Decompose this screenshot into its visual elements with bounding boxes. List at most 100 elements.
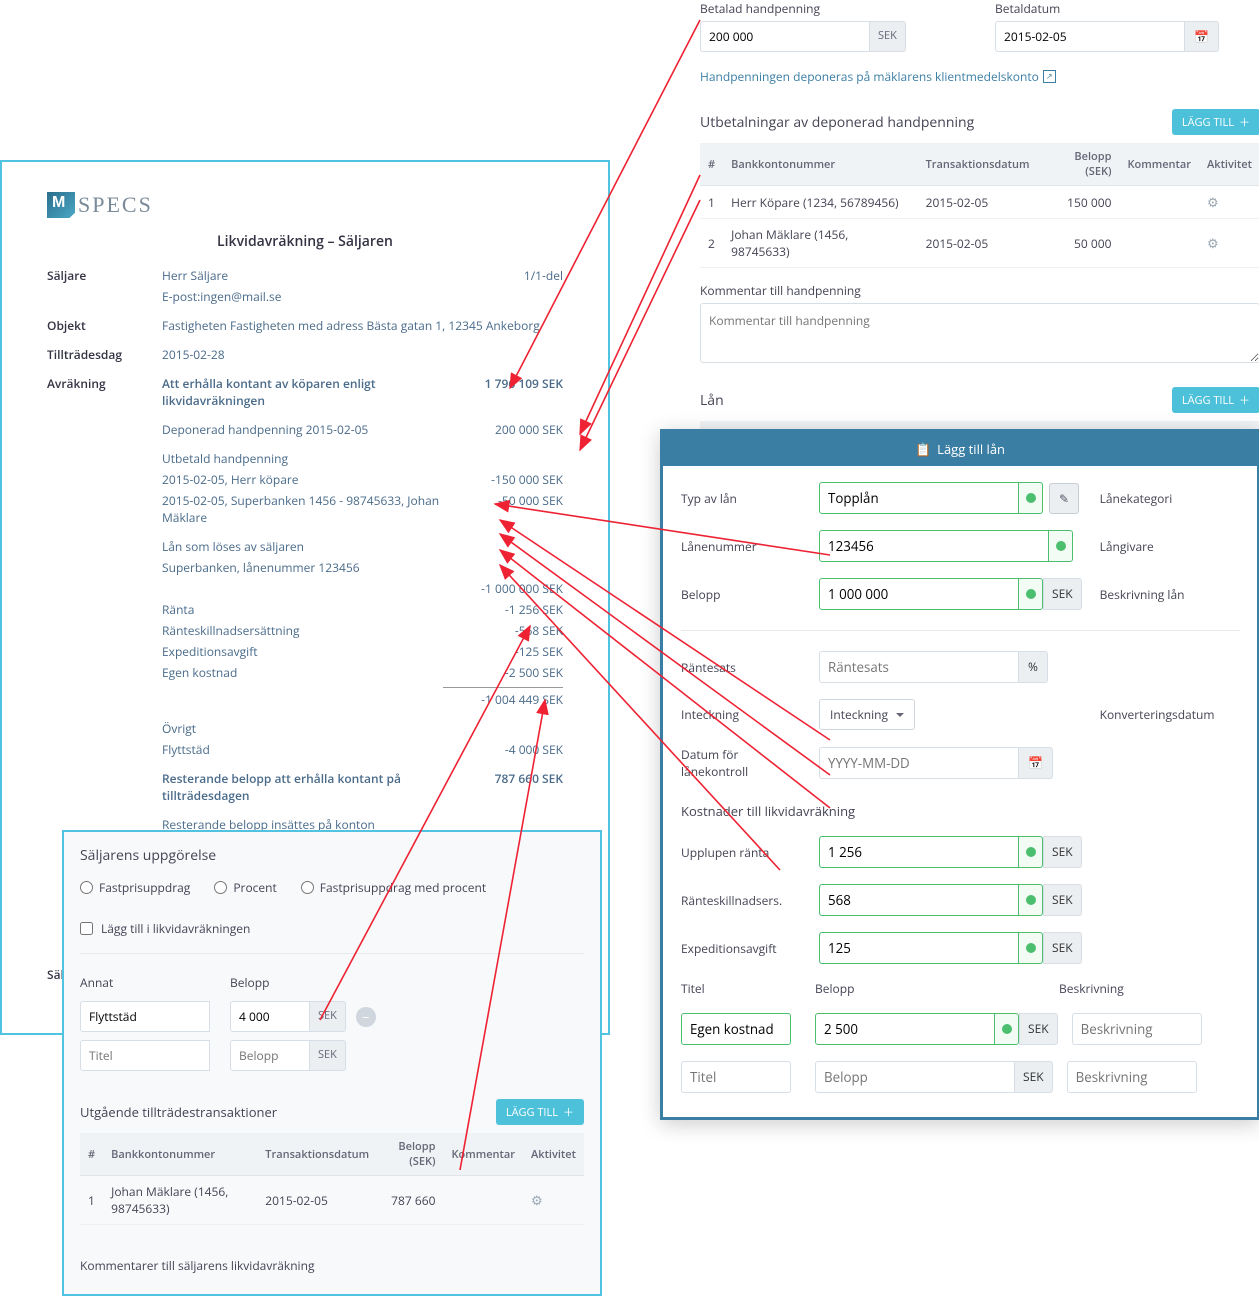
exp-label: Expeditionsavgift — [162, 643, 443, 660]
loan-amount-input[interactable] — [819, 578, 1019, 610]
date-value: 2015-02-28 — [162, 346, 563, 363]
comment-textarea[interactable] — [700, 303, 1259, 363]
cost-amount-col: Belopp — [815, 980, 1045, 997]
copy-icon: 📋 — [915, 440, 931, 458]
paid-label: Betalad handpenning — [700, 0, 965, 17]
own-amt: -2 500 SEK — [443, 664, 563, 681]
cost-desc-input-2[interactable] — [1067, 1061, 1197, 1093]
interest-amt: -1 256 SEK — [443, 601, 563, 618]
accrued-label: Upplupen ränta — [681, 844, 801, 861]
clean-amt: -4 000 SEK — [443, 741, 563, 758]
calendar-icon[interactable]: 📅 — [1019, 747, 1053, 779]
remain-amt: 787 660 SEK — [443, 770, 563, 804]
cost-amount-input-1[interactable] — [815, 1013, 995, 1045]
expfee-label: Expeditionsavgift — [681, 940, 801, 957]
check-icon — [1019, 932, 1043, 964]
calendar-icon[interactable]: 📅 — [1185, 21, 1219, 52]
edit-button[interactable]: ✎ — [1049, 483, 1079, 514]
interest-label: Ränta — [162, 601, 443, 618]
other-title-input-1[interactable] — [80, 1001, 210, 1032]
loan-type-input[interactable] — [819, 482, 1019, 514]
table-row: 1Herr Köpare (1234, 56789456)2015-02-051… — [700, 186, 1259, 219]
table-row: 1 Johan Mäklare (1456, 98745633) 2015-02… — [80, 1176, 584, 1225]
loan-type-label: Typ av lån — [681, 490, 801, 507]
mortgage-dropdown[interactable]: Inteckning — [819, 699, 915, 730]
diff-amt: -568 SEK — [443, 622, 563, 639]
payouts-table: #BankkontonummerTransaktionsdatum Belopp… — [700, 143, 1259, 268]
settlement-footer: Kommentarer till säljarens likvidavräkni… — [80, 1257, 584, 1274]
gear-icon[interactable]: ⚙ — [1207, 193, 1219, 211]
add-to-settlement-label: Lägg till i likvidavräkningen — [101, 920, 250, 937]
cost-title-input-2[interactable] — [681, 1061, 791, 1093]
paiddate-input[interactable] — [995, 21, 1185, 52]
deposit-amount: 200 000 SEK — [443, 421, 563, 438]
accrued-input[interactable] — [819, 836, 1019, 868]
gear-icon[interactable]: ⚙ — [531, 1191, 543, 1209]
loan-label: Lån som löses av säljaren — [162, 538, 563, 555]
belopp-label: Belopp — [230, 974, 376, 991]
add-loan-modal: 📋Lägg till lån Typ av lån ✎ Lånekategori… — [660, 429, 1259, 1120]
seller-name: Herr Säljare — [162, 267, 228, 284]
paidout-label: Utbetald handpenning — [162, 450, 563, 467]
radio-fixed-percent[interactable]: Fastprisuppdrag med procent — [301, 879, 486, 896]
remove-row-button[interactable]: − — [356, 1007, 376, 1027]
payouts-title: Utbetalningar av deponerad handpenning — [700, 113, 974, 132]
cost-desc-input-1[interactable] — [1072, 1013, 1202, 1045]
rate-label: Räntesats — [681, 659, 801, 676]
diff-label: Ränteskillnadsersättning — [162, 622, 443, 639]
add-loan-button[interactable]: LÄGG TILL ＋ — [1172, 387, 1259, 413]
cost-title-input-1[interactable] — [681, 1013, 791, 1045]
conversion-date-label: Konverteringsdatum — [1100, 706, 1240, 723]
outgoing-title: Utgående tillträdestransaktioner — [80, 1103, 277, 1121]
loan-number-label: Lånenummer — [681, 538, 801, 555]
check-icon — [995, 1013, 1019, 1045]
loans-title: Lån — [700, 391, 724, 410]
check-icon — [1019, 884, 1043, 916]
own-label: Egen kostnad — [162, 664, 443, 681]
plus-icon: ＋ — [563, 1104, 574, 1120]
add-transaction-button[interactable]: LÄGG TILL ＋ — [496, 1099, 584, 1125]
paidout-row-2: 2015-02-05, Superbanken 1456 - 98745633,… — [162, 492, 443, 526]
total-label: Att erhålla kontant av köparen enligt li… — [162, 375, 443, 409]
loan-amount-label: Belopp — [681, 586, 801, 603]
seller-share: 1/1-del — [443, 267, 563, 284]
other-title-input-2[interactable] — [80, 1040, 210, 1071]
remain-label: Resterande belopp att erhålla kontant på… — [162, 770, 443, 804]
table-row: 2Johan Mäklare (1456, 98745633)2015-02-0… — [700, 219, 1259, 268]
mortgage-label: Inteckning — [681, 706, 801, 723]
modal-section-title: Kostnader till likvidavräkning — [681, 802, 1240, 820]
settlement-panel: Säljarens uppgörelse Fastprisuppdrag Pro… — [62, 830, 602, 1296]
loan-amt: -1 000 000 SEK — [443, 580, 563, 597]
deposit-label: Deponerad handpenning 2015-02-05 — [162, 421, 443, 438]
other-amount-input-2[interactable] — [230, 1040, 310, 1071]
comment-label: Kommentar till handpenning — [700, 282, 1259, 299]
object-value: Fastigheten Fastigheten med adress Bästa… — [162, 317, 563, 334]
cost-amount-input-2[interactable] — [815, 1061, 1015, 1093]
loan-number-input[interactable] — [819, 530, 1049, 562]
check-icon — [1019, 482, 1043, 514]
subtotal-amt: -1 004 449 SEK — [443, 687, 563, 708]
clean-label: Flyttstäd — [162, 741, 443, 758]
other-amount-input-1[interactable] — [230, 1001, 310, 1032]
seller-email: E-post:ingen@mail.se — [162, 288, 563, 305]
rate-input[interactable] — [819, 651, 1019, 683]
paidout-row-1: 2015-02-05, Herr köpare — [162, 471, 443, 488]
check-icon — [1019, 578, 1043, 610]
logo-mark-icon — [47, 192, 75, 218]
cost-title-col: Titel — [681, 980, 801, 997]
chevron-down-icon — [896, 713, 904, 721]
plus-icon: ＋ — [1239, 114, 1250, 130]
logo: SPECS — [47, 192, 563, 218]
gear-icon[interactable]: ⚙ — [1207, 234, 1219, 252]
object-label: Objekt — [47, 317, 162, 334]
add-to-settlement-checkbox[interactable] — [80, 922, 93, 935]
control-date-input[interactable] — [819, 747, 1019, 779]
radio-fixed[interactable]: Fastprisuppdrag — [80, 879, 190, 896]
control-date-label: Datum för lånekontroll — [681, 746, 801, 780]
add-payout-button[interactable]: LÄGG TILL ＋ — [1172, 109, 1259, 135]
expfee-input[interactable] — [819, 932, 1019, 964]
ratediff-input[interactable] — [819, 884, 1019, 916]
paid-input[interactable] — [700, 21, 870, 52]
radio-percent[interactable]: Procent — [214, 879, 276, 896]
deposit-note-link[interactable]: Handpenningen deponeras på mäklarens kli… — [700, 68, 1056, 85]
